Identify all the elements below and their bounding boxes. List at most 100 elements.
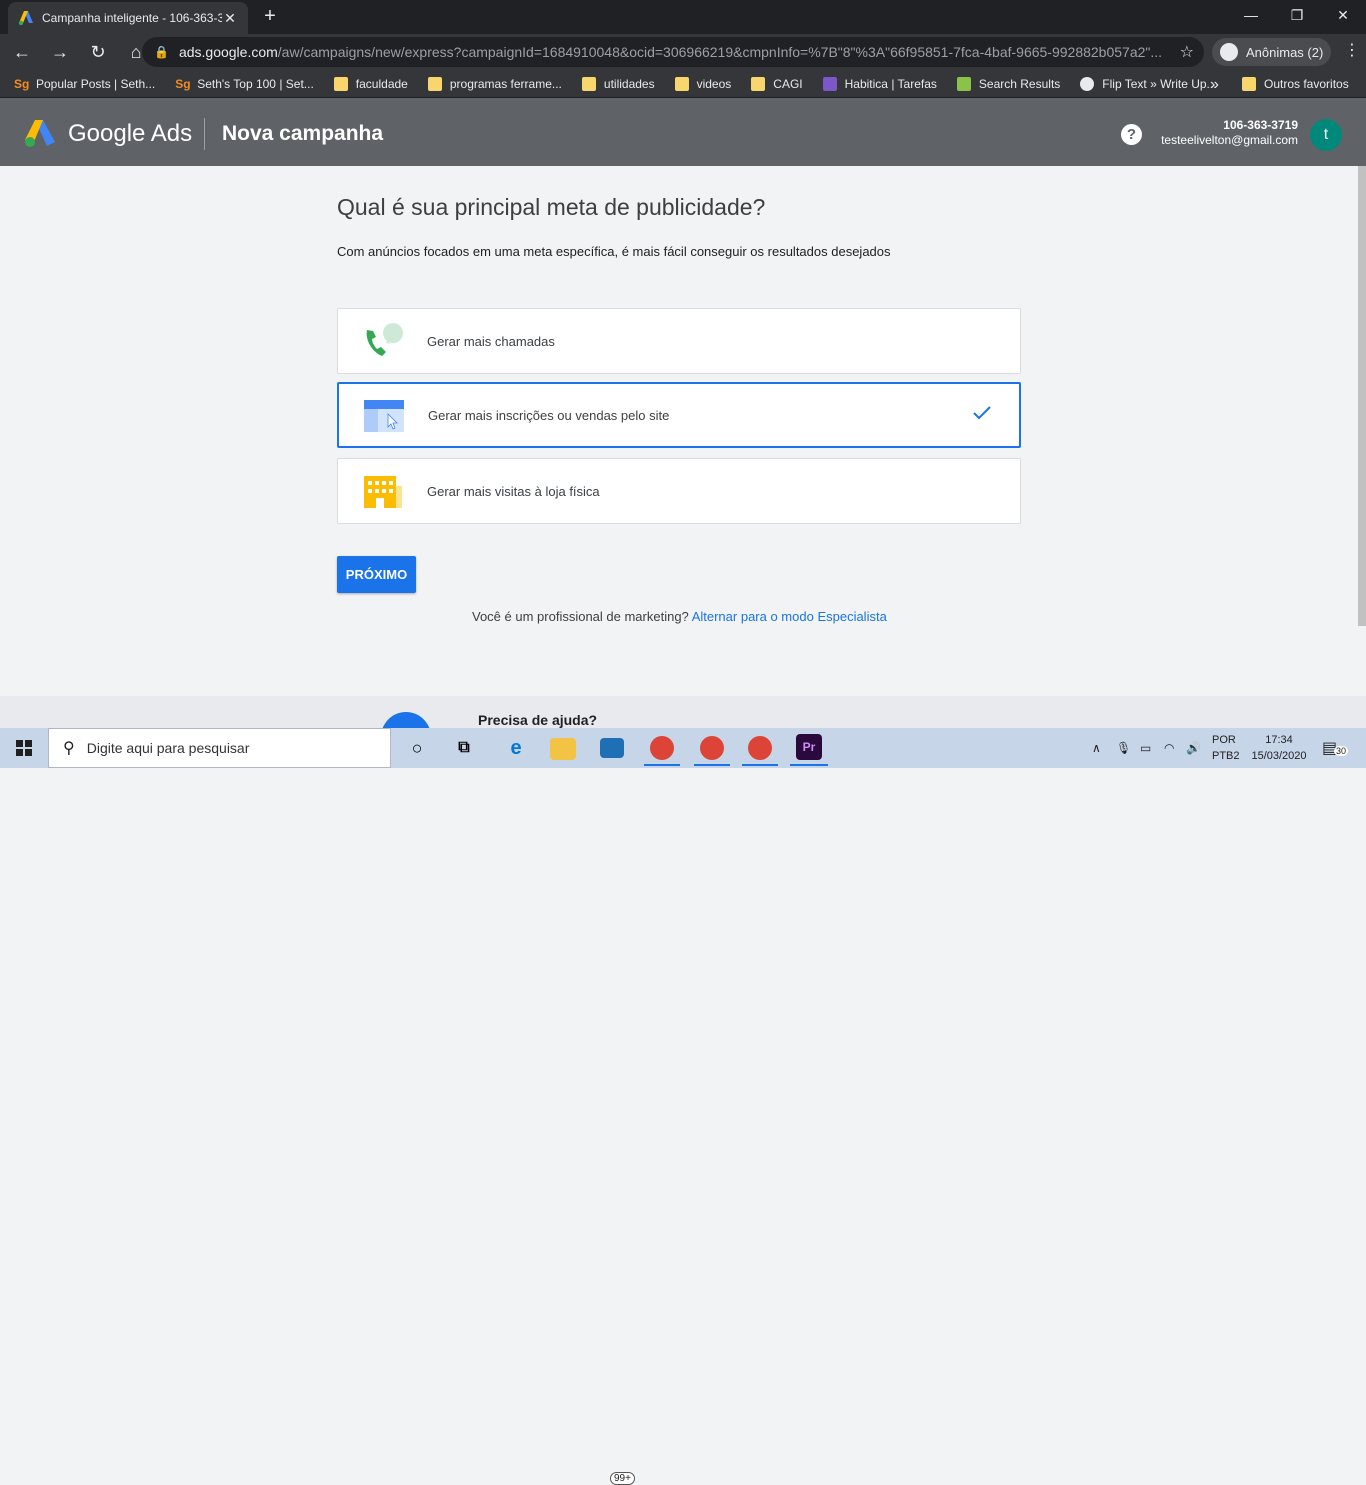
page-scrollbar[interactable] <box>1358 166 1366 626</box>
help-title: Precisa de ajuda? <box>478 712 598 728</box>
chrome-incognito-icon[interactable] <box>694 736 730 766</box>
bookmark-folder[interactable]: utilidades <box>581 76 655 91</box>
file-explorer-icon[interactable] <box>550 738 576 760</box>
goal-option-label: Gerar mais inscrições ou vendas pelo sit… <box>428 407 670 423</box>
browser-menu-icon[interactable]: ⋮ <box>1344 40 1360 60</box>
tab-title: Campanha inteligente - 106-363-3719 <box>42 11 222 25</box>
main-content: Qual é sua principal meta de publicidade… <box>0 166 1366 696</box>
bookmark-item[interactable]: Flip Text » Write Up... <box>1080 76 1217 91</box>
window-close-button[interactable]: ✕ <box>1320 0 1366 30</box>
window-minimize-button[interactable]: — <box>1228 0 1274 30</box>
bookmark-star-icon[interactable]: ☆ <box>1180 42 1194 62</box>
task-view-icon[interactable]: ⧉ <box>450 734 478 762</box>
lock-icon: 🔒 <box>154 45 169 59</box>
cortana-icon[interactable]: ○ <box>403 734 431 762</box>
incognito-icon <box>1220 43 1238 61</box>
goal-option-store[interactable]: Gerar mais visitas à loja física <box>337 458 1021 524</box>
folder-icon <box>427 76 442 91</box>
mail-badge: 99+ <box>610 1472 635 1485</box>
account-id: 106-363-3719 <box>1223 118 1298 132</box>
habitica-favicon-icon <box>822 76 837 91</box>
phone-call-icon <box>366 323 403 356</box>
search-results-favicon-icon <box>956 76 971 91</box>
sg-favicon-icon: Sg <box>175 76 191 91</box>
folder-icon <box>581 76 596 91</box>
premiere-pro-icon[interactable]: Pr <box>790 734 828 766</box>
chrome-profile-icon[interactable] <box>644 736 680 766</box>
incognito-label: Anônimas (2) <box>1246 44 1324 60</box>
taskbar-search-box[interactable]: ⚲ Digite aqui para pesquisar <box>48 728 391 768</box>
mail-icon[interactable] <box>600 738 624 758</box>
folder-icon <box>333 76 348 91</box>
volume-icon[interactable]: 🔊 <box>1186 728 1201 768</box>
sg-favicon-icon: Sg <box>14 76 30 91</box>
url-path: /aw/campaigns/new/express?campaignId=168… <box>277 44 1163 60</box>
browser-tab-active[interactable]: Campanha inteligente - 106-363-3719 ✕ <box>8 2 248 34</box>
next-button[interactable]: PRÓXIMO <box>337 556 416 593</box>
microphone-icon[interactable]: 🎙 <box>1116 728 1131 768</box>
expert-mode-link[interactable]: Alternar para o modo Especialista <box>692 609 887 624</box>
chrome-window-icon[interactable] <box>742 736 778 766</box>
tray-chevron-icon[interactable]: ∧ <box>1092 728 1101 768</box>
windows-taskbar: ⚲ Digite aqui para pesquisar ○ ⧉ e 99+ P… <box>0 728 1366 1485</box>
google-ads-header: Google Ads Nova campanha ? 106-363-3719 … <box>0 98 1366 166</box>
marketing-question: Você é um profissional de marketing? <box>472 609 689 624</box>
bookmark-folder[interactable]: videos <box>674 76 731 91</box>
tab-close-icon[interactable]: ✕ <box>222 10 238 27</box>
bookmarks-more-button[interactable]: » <box>1210 76 1219 94</box>
folder-icon <box>1242 77 1256 91</box>
page-title: Nova campanha <box>222 122 384 145</box>
input-language[interactable]: POR PTB2 <box>1212 732 1240 764</box>
bookmark-folder[interactable]: faculdade <box>333 76 408 91</box>
search-icon: ⚲ <box>63 740 75 757</box>
goal-option-calls[interactable]: Gerar mais chamadas <box>337 308 1021 374</box>
new-tab-button[interactable]: + <box>258 4 282 28</box>
forward-arrow-icon[interactable]: → <box>44 36 76 68</box>
folder-icon <box>674 76 689 91</box>
help-icon[interactable]: ? <box>1121 124 1142 145</box>
wifi-icon[interactable]: ◠ <box>1164 728 1174 768</box>
browser-tab-strip: Campanha inteligente - 106-363-3719 ✕ + … <box>0 0 1366 34</box>
bookmark-item[interactable]: Habitica | Tarefas <box>822 76 937 91</box>
bookmark-folder[interactable]: CAGI <box>751 76 803 91</box>
google-ads-brand[interactable]: Google Ads <box>68 120 192 148</box>
store-building-icon <box>364 476 402 508</box>
notifications-icon[interactable]: ▤ 30 <box>1322 736 1349 758</box>
url-host: ads.google.com <box>178 44 278 60</box>
clock[interactable]: 17:34 15/03/2020 <box>1250 732 1308 764</box>
bookmark-item[interactable]: Sg Popular Posts | Seth... <box>14 77 155 91</box>
window-restore-button[interactable]: ❐ <box>1274 0 1320 30</box>
power-icon[interactable]: ▭ <box>1140 728 1151 768</box>
goal-option-label: Gerar mais visitas à loja física <box>427 483 600 499</box>
help-avatar-icon <box>381 712 431 728</box>
bookmark-folder[interactable]: programas ferrame... <box>427 76 562 91</box>
reload-icon[interactable]: ↻ <box>82 36 114 68</box>
folder-icon <box>751 76 766 91</box>
taskbar-search-placeholder: Digite aqui para pesquisar <box>86 740 250 756</box>
bookmark-item[interactable]: Sg Seth's Top 100 | Set... <box>175 77 314 91</box>
windows-logo-icon <box>16 740 32 756</box>
notifications-count: 30 <box>1334 746 1349 756</box>
header-divider <box>204 118 205 150</box>
goal-subheading: Com anúncios focados em uma meta específ… <box>337 244 891 259</box>
address-bar[interactable]: 🔒 ads.google.com/aw/campaigns/new/expres… <box>142 37 1204 67</box>
start-button[interactable] <box>0 728 48 768</box>
website-click-icon <box>364 400 404 432</box>
goal-heading: Qual é sua principal meta de publicidade… <box>337 194 766 220</box>
goal-option-website[interactable]: Gerar mais inscrições ou vendas pelo sit… <box>337 382 1021 448</box>
back-arrow-icon[interactable]: ← <box>6 36 38 68</box>
bookmarks-bar: Sg Popular Posts | Seth... Sg Seth's Top 1… <box>0 70 1366 98</box>
incognito-profile-button[interactable]: Anônimas (2) <box>1212 38 1332 66</box>
google-ads-favicon-icon <box>18 11 33 26</box>
avatar[interactable]: t <box>1310 119 1342 151</box>
expert-mode-prompt: Você é um profissional de marketing? Alt… <box>472 609 887 624</box>
goal-option-label: Gerar mais chamadas <box>427 333 555 349</box>
browser-toolbar: ← → ↻ ⌂ 🔒 ads.google.com/aw/campaigns/ne… <box>0 34 1366 70</box>
globe-icon <box>1080 76 1095 91</box>
other-bookmarks-folder[interactable]: Outros favoritos <box>1242 70 1349 98</box>
bookmark-item[interactable]: Search Results <box>956 76 1060 91</box>
checkmark-icon <box>973 406 991 420</box>
edge-browser-icon[interactable]: e <box>502 734 530 762</box>
google-ads-logo-icon <box>25 120 55 147</box>
help-section: Precisa de ajuda? <box>0 696 1366 728</box>
